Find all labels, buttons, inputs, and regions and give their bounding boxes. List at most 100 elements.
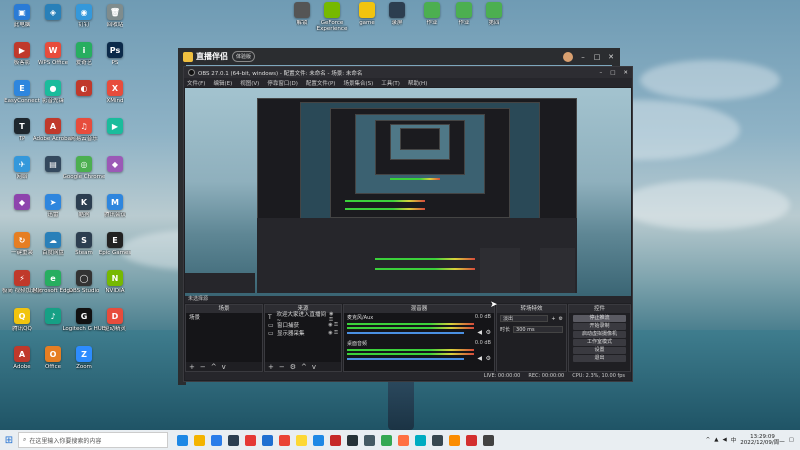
- notification-icon[interactable]: ▢: [789, 437, 794, 443]
- desktop-icon[interactable]: ◆: [93, 156, 137, 194]
- taskbar-app-icon[interactable]: [398, 434, 409, 446]
- desktop-icon-label: Zoom: [76, 364, 92, 370]
- window-icon: ▭: [268, 329, 274, 337]
- live-timer: LIVE: 00:00:00: [483, 373, 521, 379]
- gear-icon[interactable]: ⚙: [486, 329, 491, 336]
- taskbar-app-icon[interactable]: [330, 434, 341, 446]
- eye-icon[interactable]: ◉ ⚿: [328, 322, 338, 328]
- taskbar-app-icon[interactable]: [211, 434, 222, 446]
- desktop-icon[interactable]: 第四: [472, 2, 516, 40]
- menu-item[interactable]: 停靠窗口(D): [267, 79, 298, 87]
- windows-start-icon[interactable]: ⊞: [0, 430, 18, 450]
- desktop-icon[interactable]: X XMind: [93, 80, 137, 118]
- gear-icon[interactable]: ⚙: [486, 355, 491, 362]
- taskbar-app-icon[interactable]: [279, 434, 290, 446]
- menu-item[interactable]: 配置文件(P): [306, 79, 336, 87]
- desktop-icon[interactable]: D 驱动精灵: [93, 308, 137, 346]
- cpu-usage: CPU: 2.3%, 10.00 fps: [572, 373, 625, 379]
- control-button[interactable]: 设置: [573, 347, 626, 354]
- gear-icon[interactable]: ⚙: [559, 316, 563, 322]
- taskbar-app-icon[interactable]: [296, 434, 307, 446]
- add-icon[interactable]: +: [551, 316, 555, 322]
- search-input[interactable]: 在这里输入你要搜索的内容: [29, 436, 101, 445]
- desktop-icon[interactable]: Z Zoom: [62, 346, 106, 384]
- menu-item[interactable]: 文件(F): [187, 79, 205, 87]
- network-icon[interactable]: ▲: [714, 437, 718, 443]
- obs-titlebar[interactable]: OBS 27.0.1 (64-bit, windows) - 配置文件: 未命名…: [184, 67, 632, 78]
- app-icon: ➤: [45, 194, 61, 210]
- down-icon[interactable]: v: [222, 363, 226, 371]
- obs-preview[interactable]: [185, 88, 631, 296]
- speaker-icon[interactable]: ◀: [477, 355, 482, 362]
- add-icon[interactable]: +: [268, 363, 274, 371]
- control-button[interactable]: 停止推流: [573, 315, 626, 322]
- scene-item[interactable]: 场景: [186, 313, 262, 321]
- close-icon[interactable]: ✕: [607, 53, 615, 61]
- gear-icon[interactable]: ⚙: [290, 363, 296, 371]
- taskbar-app-icon[interactable]: [194, 434, 205, 446]
- volume-slider[interactable]: [347, 332, 464, 334]
- remove-icon[interactable]: −: [200, 363, 206, 371]
- desktop-icon[interactable]: 🗑 回收站: [93, 4, 137, 42]
- app-icon: D: [107, 308, 123, 324]
- taskbar-app-icon[interactable]: [245, 434, 256, 446]
- volume-icon[interactable]: ◀: [722, 437, 726, 443]
- app-icon: ☁: [45, 232, 61, 248]
- taskbar-app-icon[interactable]: [432, 434, 443, 446]
- source-item[interactable]: T 欢迎大家进入直播间~ ◉ ⚿: [265, 311, 341, 324]
- menu-item[interactable]: 视图(V): [240, 79, 259, 87]
- taskbar-app-icon[interactable]: [262, 434, 273, 446]
- volume-slider[interactable]: [347, 358, 464, 360]
- taskbar-search[interactable]: ⌕ 在这里输入你要搜索的内容: [18, 432, 168, 448]
- maximize-icon[interactable]: □: [610, 70, 615, 76]
- add-icon[interactable]: +: [189, 363, 195, 371]
- down-icon[interactable]: v: [312, 363, 316, 371]
- source-item[interactable]: ▭ 显示器采集 ◉ ⚿: [265, 329, 341, 338]
- window-icon: ▭: [268, 321, 274, 329]
- avatar[interactable]: [563, 51, 573, 62]
- taskbar-app-icon[interactable]: [449, 434, 460, 446]
- menu-item[interactable]: 工具(T): [381, 79, 400, 87]
- taskbar-app-icon[interactable]: [177, 434, 188, 446]
- menu-item[interactable]: 帮助(H): [408, 79, 427, 87]
- menu-item[interactable]: 编辑(E): [213, 79, 232, 87]
- remove-icon[interactable]: −: [279, 363, 285, 371]
- control-button[interactable]: 退出: [573, 355, 626, 362]
- desktop-icon[interactable]: N NVIDIA: [93, 270, 137, 308]
- taskbar-app-icon[interactable]: [313, 434, 324, 446]
- maximize-icon[interactable]: □: [593, 53, 601, 61]
- app-icon: S: [76, 232, 92, 248]
- taskbar-app-icon[interactable]: [347, 434, 358, 446]
- minimize-icon[interactable]: –: [579, 53, 587, 61]
- app-icon: [359, 2, 375, 18]
- speaker-icon[interactable]: ◀: [477, 329, 482, 336]
- language-icon[interactable]: 中: [731, 436, 737, 444]
- live-companion-titlebar[interactable]: 直播伴侣 体验版 – □ ✕: [178, 48, 620, 65]
- taskbar-app-icon[interactable]: [483, 434, 494, 446]
- eye-icon[interactable]: ◉ ⚿: [328, 330, 338, 336]
- taskbar-app-icon[interactable]: [466, 434, 477, 446]
- chevron-up-icon[interactable]: ^: [706, 437, 711, 443]
- taskbar-app-icon[interactable]: [381, 434, 392, 446]
- control-button[interactable]: 开始录制: [573, 323, 626, 330]
- duration-input[interactable]: 300 ms: [513, 326, 563, 333]
- taskbar-app-icon[interactable]: [415, 434, 426, 446]
- clock[interactable]: 13:29:09 2022/12/09/周一: [740, 434, 785, 446]
- menu-item[interactable]: 场景集合(S): [343, 79, 373, 87]
- close-icon[interactable]: ✕: [623, 70, 628, 76]
- control-button[interactable]: 工作室模式: [573, 339, 626, 346]
- rec-timer: REC: 00:00:00: [528, 373, 565, 379]
- volume-meter: [347, 353, 474, 355]
- desktop-icon-label: 录屏: [391, 20, 403, 26]
- up-icon[interactable]: ^: [211, 363, 217, 371]
- desktop-icon[interactable]: E Epic Games: [93, 232, 137, 270]
- desktop-icon[interactable]: Ps PS: [93, 42, 137, 80]
- up-icon[interactable]: ^: [301, 363, 307, 371]
- taskbar-app-icon[interactable]: [364, 434, 375, 446]
- transition-select[interactable]: 淡出: [500, 315, 549, 322]
- minimize-icon[interactable]: –: [599, 70, 602, 76]
- desktop-icon[interactable]: M 腾讯会议: [93, 194, 137, 232]
- taskbar-app-icon[interactable]: [228, 434, 239, 446]
- control-button[interactable]: 启动虚拟摄像机: [573, 331, 626, 338]
- desktop-icon[interactable]: ▶: [93, 118, 137, 156]
